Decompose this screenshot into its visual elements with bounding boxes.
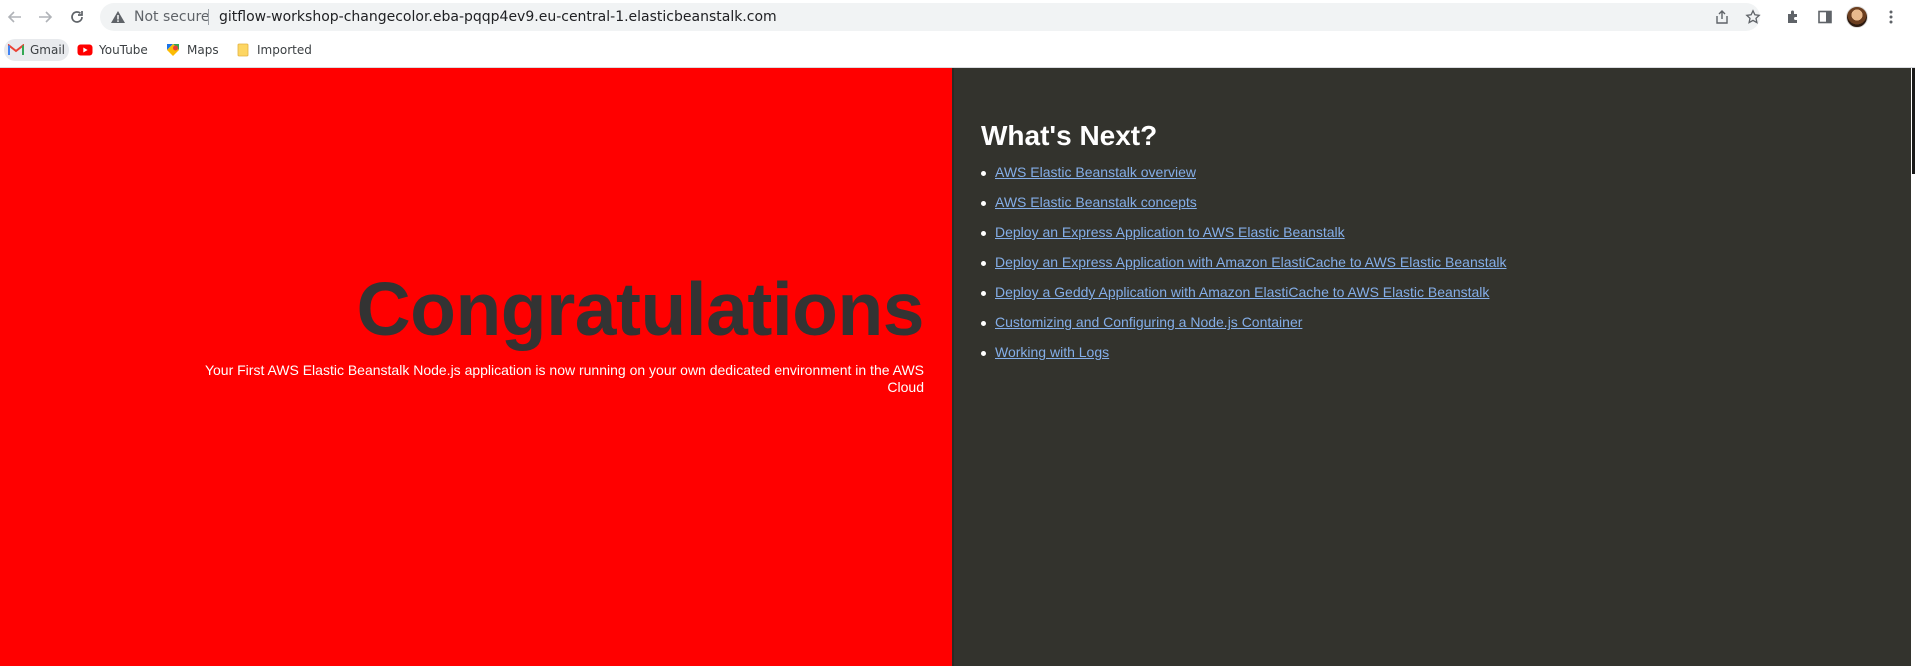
link-deploy-express-elasticache[interactable]: Deploy an Express Application with Amazo… bbox=[995, 254, 1507, 270]
divider bbox=[208, 9, 209, 25]
warning-icon[interactable] bbox=[110, 9, 126, 30]
avatar[interactable] bbox=[1846, 6, 1868, 28]
page-content: Congratulations Your First AWS Elastic B… bbox=[0, 68, 1915, 666]
list-item: Deploy an Express Application to AWS Ela… bbox=[981, 224, 1507, 254]
list-item: AWS Elastic Beanstalk overview bbox=[981, 164, 1507, 194]
gmail-icon bbox=[8, 43, 24, 57]
menu-icon[interactable] bbox=[1880, 6, 1902, 28]
bookmarks-bar: Gmail YouTube Maps Imported bbox=[0, 34, 1915, 68]
bookmark-youtube[interactable]: YouTube bbox=[73, 39, 152, 61]
side-panel-icon[interactable] bbox=[1814, 6, 1836, 28]
youtube-icon bbox=[77, 43, 93, 57]
star-icon[interactable] bbox=[1744, 8, 1762, 26]
url-text[interactable]: gitflow-workshop-changecolor.eba-pqqp4ev… bbox=[219, 9, 777, 25]
bookmark-label: YouTube bbox=[99, 43, 148, 57]
congratulations-message: Your First AWS Elastic Beanstalk Node.js… bbox=[204, 362, 924, 395]
whats-next-panel: What's Next? AWS Elastic Beanstalk overv… bbox=[952, 68, 1911, 666]
list-item: AWS Elastic Beanstalk concepts bbox=[981, 194, 1507, 224]
maps-icon bbox=[165, 43, 181, 57]
forward-icon[interactable] bbox=[32, 4, 58, 30]
whats-next-heading: What's Next? bbox=[981, 120, 1158, 151]
address-bar[interactable]: Not secure gitflow-workshop-changecolor.… bbox=[100, 3, 1762, 31]
bookmark-label: Maps bbox=[187, 43, 219, 57]
security-label[interactable]: Not secure bbox=[134, 9, 210, 25]
browser-toolbar: Not secure gitflow-workshop-changecolor.… bbox=[0, 0, 1915, 34]
list-item: Customizing and Configuring a Node.js Co… bbox=[981, 314, 1507, 344]
extensions-icon[interactable] bbox=[1782, 6, 1804, 28]
bookmark-label: Imported bbox=[257, 43, 312, 57]
bookmark-imported[interactable]: Imported bbox=[231, 39, 316, 61]
back-icon[interactable] bbox=[2, 4, 28, 30]
list-item: Deploy an Express Application with Amazo… bbox=[981, 254, 1507, 284]
folder-icon bbox=[235, 43, 251, 57]
link-working-with-logs[interactable]: Working with Logs bbox=[995, 344, 1109, 360]
link-deploy-geddy-elasticache[interactable]: Deploy a Geddy Application with Amazon E… bbox=[995, 284, 1489, 300]
bookmark-label: Gmail bbox=[30, 43, 66, 57]
whats-next-links: AWS Elastic Beanstalk overview AWS Elast… bbox=[981, 164, 1507, 374]
reload-icon[interactable] bbox=[64, 4, 90, 30]
link-overview[interactable]: AWS Elastic Beanstalk overview bbox=[995, 164, 1196, 180]
congratulations-heading: Congratulations bbox=[356, 267, 925, 351]
share-icon[interactable] bbox=[1713, 8, 1731, 26]
link-customizing-nodejs[interactable]: Customizing and Configuring a Node.js Co… bbox=[995, 314, 1302, 330]
bookmark-gmail[interactable]: Gmail bbox=[4, 39, 70, 61]
link-deploy-express[interactable]: Deploy an Express Application to AWS Ela… bbox=[995, 224, 1345, 240]
list-item: Working with Logs bbox=[981, 344, 1507, 374]
bookmark-maps[interactable]: Maps bbox=[161, 39, 223, 61]
list-item: Deploy a Geddy Application with Amazon E… bbox=[981, 284, 1507, 314]
congratulations-panel: Congratulations Your First AWS Elastic B… bbox=[0, 68, 952, 666]
link-concepts[interactable]: AWS Elastic Beanstalk concepts bbox=[995, 194, 1197, 210]
